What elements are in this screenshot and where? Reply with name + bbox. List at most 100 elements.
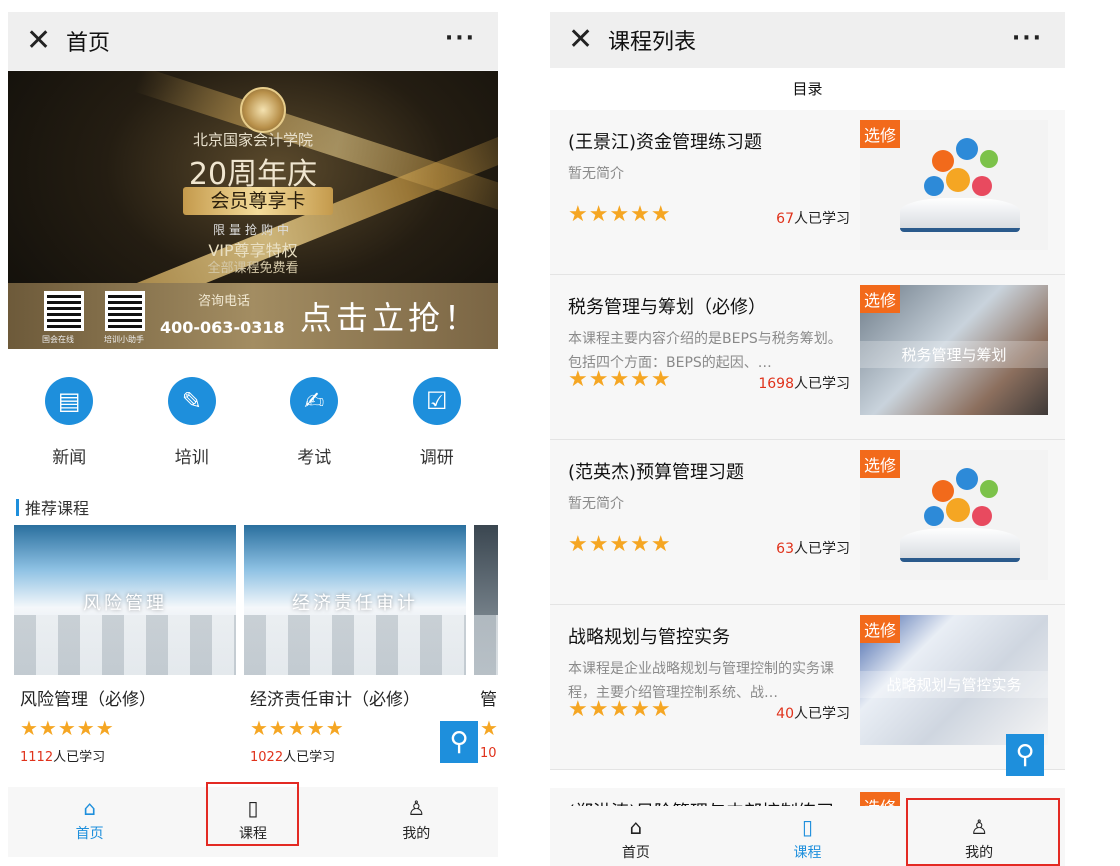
thumbnail-text: 战略规划与管控实务 (860, 671, 1048, 698)
open-book-icon (900, 528, 1020, 562)
banner-grab[interactable]: 点击立抢！ (300, 293, 480, 339)
section-accent-bar (16, 498, 19, 516)
learner-count-suffix: 人已学习 (794, 376, 850, 392)
more-icon[interactable]: ··· (1012, 26, 1043, 51)
shortcut-label: 培训 (174, 448, 209, 468)
course-name: 经济责任审计（必修） (250, 690, 420, 710)
dot-icon (932, 150, 954, 172)
dot-icon (924, 176, 944, 196)
dot-icon (980, 480, 998, 498)
elective-badge: 选修 (860, 120, 901, 148)
tab-courses[interactable]: ▯ 课程 (722, 806, 894, 866)
banner-limited: 限量抢购中 (212, 223, 293, 237)
learner-count: 1112人已学习 (14, 746, 236, 765)
learner-count-suffix: 人已学习 (794, 211, 850, 227)
search-icon[interactable]: ⚲ (1006, 734, 1044, 776)
home-icon: ⌂ (83, 796, 97, 820)
qr-code-icon (105, 291, 145, 331)
course-card[interactable]: 经济责任审计 经济责任审计（必修） ★★★★★ 1022人已学习 (244, 525, 466, 765)
course-list-screen: ✕ 课程列表 ··· 目录 (王景江)资金管理练习题 暂无简介 ★★★★★ 67… (550, 12, 1065, 866)
rating-stars: ★★★★★ (568, 697, 672, 722)
learner-count-number: 1112 (20, 750, 54, 765)
close-icon[interactable]: ✕ (26, 26, 56, 56)
qr-code-icon (44, 291, 84, 331)
catalog-label[interactable]: 目录 (550, 68, 1065, 110)
tab-home[interactable]: ⌂ 首页 (8, 787, 171, 857)
section-title-text: 推荐课程 (25, 499, 90, 518)
rating-stars: ★★★★★ (250, 716, 345, 740)
thumbnail-text: 经济责任审计 (292, 593, 418, 614)
training-icon: ✎ (167, 377, 216, 425)
banner-phone: 400-063-0318 (160, 318, 285, 337)
shortcut-survey[interactable]: ☑ 调研 (397, 377, 477, 489)
elective-badge: 选修 (860, 450, 901, 478)
book-icon: ▯ (802, 815, 814, 839)
learner-count: 40人已学习 (776, 703, 850, 723)
banner-school: 北京国家会计学院 (192, 131, 313, 149)
page-title: 课程列表 (608, 30, 697, 55)
rating-stars: ★★★★★ (20, 716, 115, 740)
recommend-section-title: 推荐课程 (8, 489, 498, 525)
school-emblem-icon (240, 87, 286, 133)
shortcut-exam[interactable]: ✍ 考试 (274, 377, 354, 489)
learner-count: 63人已学习 (776, 538, 850, 558)
close-icon[interactable]: ✕ (568, 25, 598, 55)
home-icon: ⌂ (629, 815, 643, 839)
tab-label: 首页 (621, 845, 650, 861)
more-icon[interactable]: ··· (445, 26, 476, 51)
course-thumbnail: 风险管理 (14, 525, 236, 675)
recommended-courses-carousel[interactable]: 风险管理 风险管理（必修） ★★★★★ 1112人已学习 经济责任审计 经济责任… (8, 525, 498, 787)
dot-icon (972, 176, 992, 196)
shortcut-label: 调研 (419, 448, 454, 468)
learner-count-suffix: 人已学习 (283, 750, 336, 765)
thumbnail-text: 税务管理与筹划 (860, 341, 1048, 368)
highlight-box (906, 798, 1060, 866)
screenshot-canvas: ✕ 首页 ··· 北京国家会计学院 20周年庆 会员尊享卡 限量抢购中 VIP尊… (0, 0, 1120, 866)
home-screen: ✕ 首页 ··· 北京国家会计学院 20周年庆 会员尊享卡 限量抢购中 VIP尊… (8, 12, 498, 857)
course-list-item[interactable]: 战略规划与管控实务 本课程是企业战略规划与管理控制的实务课程，主要介绍管理控制系… (550, 605, 1065, 770)
page-title: 首页 (66, 31, 111, 56)
search-icon[interactable]: ⚲ (440, 721, 478, 763)
dot-icon (946, 498, 970, 522)
banner-card: 会员尊享卡 (183, 187, 333, 215)
course-card[interactable]: 风险管理 风险管理（必修） ★★★★★ 1112人已学习 (14, 525, 236, 765)
shortcut-news[interactable]: ▤ 新闻 (29, 377, 109, 489)
course-list-item[interactable]: (王景江)资金管理练习题 暂无简介 ★★★★★ 67人已学习 选修 (550, 110, 1065, 275)
course-name: 风险管理（必修） (20, 690, 156, 710)
course-thumbnail: 经济责任审计 (244, 525, 466, 675)
shortcut-training[interactable]: ✎ 培训 (152, 377, 232, 489)
tab-mine[interactable]: ♙ 我的 (335, 787, 498, 857)
open-book-icon (900, 198, 1020, 232)
shortcut-label: 新闻 (52, 448, 87, 468)
dot-icon (980, 150, 998, 168)
course-list-item[interactable]: 税务管理与筹划（必修） 本课程主要内容介绍的是BEPS与税务筹划。包括四个方面：… (550, 275, 1065, 440)
tab-home[interactable]: ⌂ 首页 (550, 806, 722, 866)
course-title: (王景江)资金管理练习题 (568, 132, 763, 153)
learner-count-number: 67 (776, 211, 794, 227)
course-thumbnail (474, 525, 498, 675)
shortcut-label: 考试 (297, 448, 332, 468)
user-icon: ♙ (407, 796, 426, 820)
header-bar: ✕ 首页 ··· (8, 12, 498, 70)
dot-icon (956, 138, 978, 160)
learner-count-number: 1022 (250, 750, 284, 765)
course-title: 战略规划与管控实务 (568, 627, 730, 648)
rating-stars: ★★★★★ (568, 202, 672, 227)
learner-count-suffix: 人已学习 (53, 750, 106, 765)
course-title: (范英杰)预算管理习题 (568, 462, 745, 483)
learner-count: 1022人已学习 (244, 746, 466, 765)
learner-count: 1698人已学习 (758, 373, 850, 393)
dot-icon (946, 168, 970, 192)
highlight-box (206, 782, 299, 846)
rating-stars: ★★★★★ (568, 532, 672, 557)
qr-label: 国会在线 (42, 335, 74, 344)
course-description: 暂无简介 (568, 496, 624, 512)
tab-label: 我的 (402, 826, 431, 842)
learner-count-number: 40 (776, 706, 794, 722)
learner-count-suffix: 人已学习 (794, 541, 850, 557)
survey-icon: ☑ (412, 377, 461, 425)
course-list-item[interactable]: (范英杰)预算管理习题 暂无简介 ★★★★★ 63人已学习 选修 (550, 440, 1065, 605)
rating-stars: ★★★★★ (568, 367, 672, 392)
promo-banner[interactable]: 北京国家会计学院 20周年庆 会员尊享卡 限量抢购中 VIP尊享特权 全部课程免… (8, 71, 498, 349)
dot-icon (932, 480, 954, 502)
